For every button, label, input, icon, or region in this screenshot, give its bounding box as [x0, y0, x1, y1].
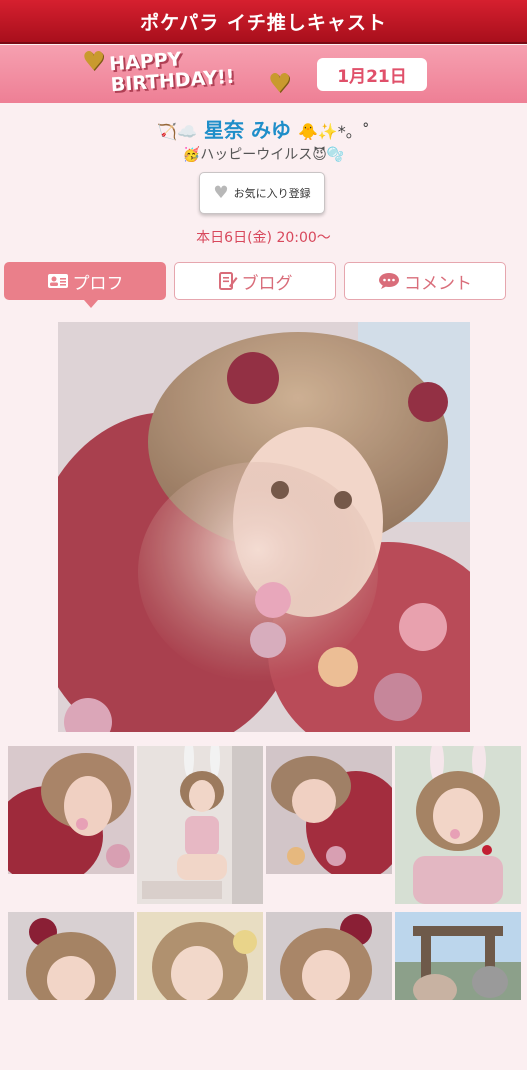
name-prefix-emoji: 🏹☁️ — [157, 122, 198, 141]
gallery-thumbnail[interactable] — [137, 746, 263, 904]
gallery-thumbnail[interactable] — [8, 746, 134, 874]
tab-label: ブログ — [241, 273, 293, 294]
main-profile-photo[interactable] — [58, 322, 470, 732]
favorite-label: お気に入り登録 — [233, 187, 311, 200]
cast-profile: 🏹☁️ 星奈 みゆ 🐥✨*。˚ 🥳ハッピーウイルス😈🫧 ♥ お気に入り登録 本日… — [0, 104, 527, 259]
tab-comment[interactable]: コメント — [344, 262, 506, 300]
gallery-thumbnail[interactable] — [395, 912, 521, 1070]
gallery-thumbnail[interactable] — [266, 912, 392, 1070]
favorite-button[interactable]: ♥ お気に入り登録 — [199, 172, 325, 214]
header-title: ポケパラ イチ推しキャスト — [140, 11, 387, 34]
tab-profile[interactable]: プロフ — [4, 262, 166, 308]
cast-name: 星奈 みゆ — [204, 118, 291, 142]
profile-tabs: プロフ ブログ コメント — [0, 262, 527, 308]
speech-bubble-icon — [378, 272, 400, 290]
tab-blog[interactable]: ブログ — [174, 262, 336, 300]
edit-note-icon — [218, 271, 238, 291]
tab-label: コメント — [404, 273, 472, 294]
gallery-thumbnail[interactable] — [395, 746, 521, 904]
active-tab-indicator — [84, 300, 98, 308]
gold-heart-icon: ♥ — [82, 47, 106, 77]
heart-icon: ♥ — [213, 183, 229, 203]
gallery-thumbnail[interactable] — [137, 912, 263, 1070]
gallery-thumbnail[interactable] — [8, 912, 134, 1070]
app-header: ポケパラ イチ推しキャスト — [0, 0, 527, 44]
work-schedule: 本日6日(金) 20:00〜 — [196, 230, 331, 246]
tab-label: プロフ — [72, 273, 124, 294]
birthday-banner: ♥ HAPPY BIRTHDAY!! ♥ 1月21日 — [0, 45, 527, 103]
gold-heart-icon: ♥ — [268, 69, 292, 99]
gallery-thumbnail[interactable] — [266, 746, 392, 874]
birthday-date: 1月21日 — [317, 58, 427, 91]
cast-tagline: 🥳ハッピーウイルス😈🫧 — [182, 147, 345, 163]
birthday-banner-text: HAPPY BIRTHDAY!! — [108, 48, 236, 97]
name-suffix-emoji: 🐥✨*。˚ — [297, 122, 370, 141]
cast-name-line: 🏹☁️ 星奈 みゆ 🐥✨*。˚ — [0, 114, 527, 143]
profile-card-icon — [47, 273, 69, 289]
